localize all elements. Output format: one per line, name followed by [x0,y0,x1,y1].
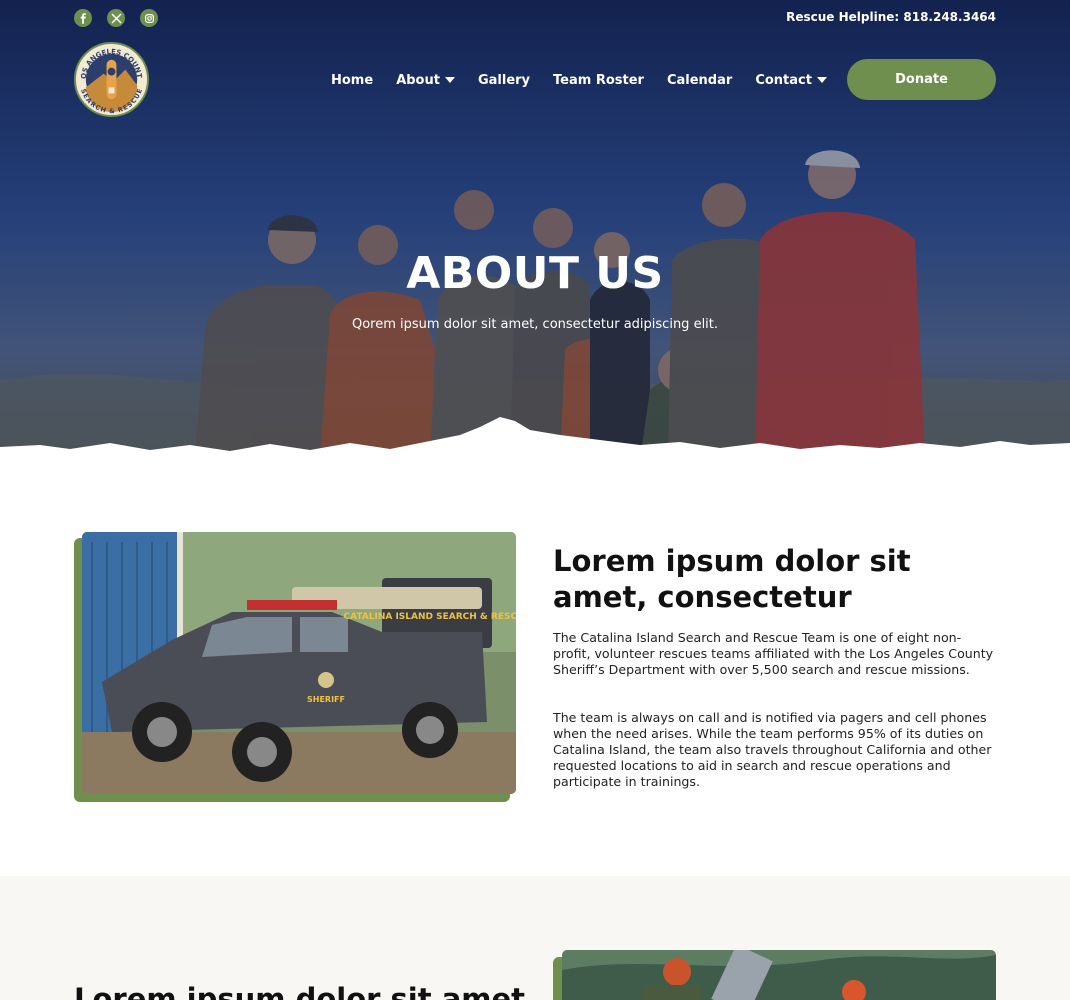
rope-rescue-image [562,950,996,1000]
chevron-down-icon [816,77,827,83]
nav-team-roster-label: Team Roster [553,72,644,88]
nav-about[interactable]: About [396,73,455,88]
about-paragraph-1: The Catalina Island Search and Rescue Te… [553,630,994,677]
page-title: ABOUT US [406,248,664,299]
section-two-heading: Lorem ipsum dolor sit amet [74,982,526,1000]
nav-calendar[interactable]: Calendar [667,73,732,88]
section-two: Lorem ipsum dolor sit amet [0,876,1070,1000]
nav-team-roster[interactable]: Team Roster [553,73,644,88]
facebook-icon[interactable] [74,9,92,27]
hero-subtitle: Qorem ipsum dolor sit amet, consectetur … [351,317,719,332]
sheriff-truck-image: CATALINA ISLAND SEARCH & RESCUE SHERIFF [82,532,516,794]
nav-calendar-label: Calendar [666,72,733,88]
truck-door-text: SHERIFF [307,695,345,704]
site-logo[interactable]: LOS ANGELES COUNTY SEARCH & RESCUE [74,42,149,117]
nav-home-label: Home [331,72,374,88]
rescue-helpline[interactable]: Rescue Helpline: 818.248.3464 [786,10,996,24]
main-nav: Home About Gallery Team Roster Calendar … [331,70,850,90]
nav-home[interactable]: Home [331,73,373,88]
nav-contact[interactable]: Contact [755,73,827,88]
x-twitter-icon[interactable] [107,9,125,27]
hero-banner: Rescue Helpline: 818.248.3464 LOS ANGELE… [0,0,1070,470]
nav-gallery[interactable]: Gallery [478,73,530,88]
nav-gallery-label: Gallery [477,72,531,88]
about-paragraph-2: The team is always on call and is notifi… [553,710,992,789]
nav-contact-label: Contact [755,72,812,88]
top-bar: Rescue Helpline: 818.248.3464 [74,9,996,27]
truck-sign-text: CATALINA ISLAND SEARCH & RESCUE [343,612,516,622]
torn-edge-divider [0,417,1070,470]
nav-about-label: About [396,72,440,88]
chevron-down-icon [444,77,455,83]
instagram-icon[interactable] [140,9,158,27]
donate-button[interactable]: Donate [847,59,996,100]
section-heading: Lorem ipsum dolor sit amet, consectetur [553,544,911,614]
